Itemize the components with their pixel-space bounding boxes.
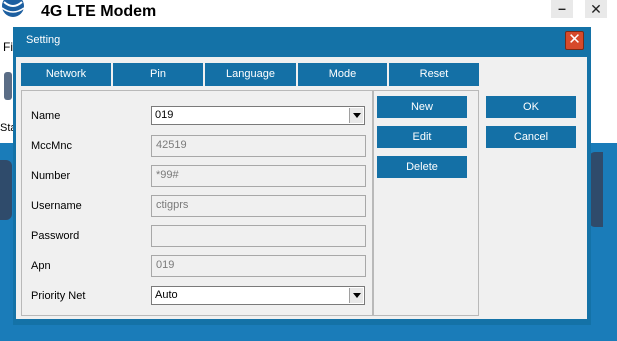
main-close-button[interactable]: ✕	[585, 0, 607, 18]
tab-pin[interactable]: Pin	[113, 63, 203, 86]
priority-net-select-value: Auto	[155, 289, 178, 301]
priority-net-select[interactable]: Auto	[151, 286, 365, 305]
status-icon[interactable]	[4, 72, 12, 100]
globe-logo-icon	[1, 0, 25, 17]
password-label: Password	[31, 230, 80, 242]
tab-language[interactable]: Language	[205, 63, 296, 86]
mccmnc-field[interactable]: 42519	[151, 135, 366, 157]
apn-label: Apn	[31, 260, 51, 272]
cancel-button[interactable]: Cancel	[486, 126, 576, 148]
name-select-value: 019	[155, 109, 174, 121]
tab-mode[interactable]: Mode	[298, 63, 387, 86]
dialog-close-button[interactable]: ✕	[565, 31, 584, 50]
number-label: Number	[31, 170, 71, 182]
name-select[interactable]: 019	[151, 106, 365, 125]
main-window-title: 4G LTE Modem	[41, 3, 157, 20]
minimize-button[interactable]: –	[551, 0, 573, 18]
mccmnc-label: MccMnc	[31, 140, 72, 152]
apn-field[interactable]: 019	[151, 255, 366, 277]
tab-network[interactable]: Network	[21, 63, 111, 86]
delete-button[interactable]: Delete	[377, 156, 467, 178]
username-label: Username	[31, 200, 82, 212]
name-label: Name	[31, 110, 61, 122]
profile-buttons-panel	[373, 90, 479, 316]
dialog-title: Setting	[26, 34, 61, 46]
password-field[interactable]	[151, 225, 366, 247]
new-button[interactable]: New	[377, 96, 467, 118]
file-menu[interactable]: Fi	[3, 40, 13, 54]
username-field[interactable]: ctigprs	[151, 195, 366, 217]
right-panel-edge	[589, 152, 603, 227]
number-field[interactable]: *99#	[151, 165, 366, 187]
tab-reset[interactable]: Reset	[389, 63, 479, 86]
chevron-down-icon[interactable]	[349, 288, 363, 303]
priority-net-label: Priority Net	[31, 290, 86, 302]
edit-button[interactable]: Edit	[377, 126, 467, 148]
left-panel-edge	[0, 160, 12, 220]
ok-button[interactable]: OK	[486, 96, 576, 118]
chevron-down-icon[interactable]	[349, 108, 363, 123]
